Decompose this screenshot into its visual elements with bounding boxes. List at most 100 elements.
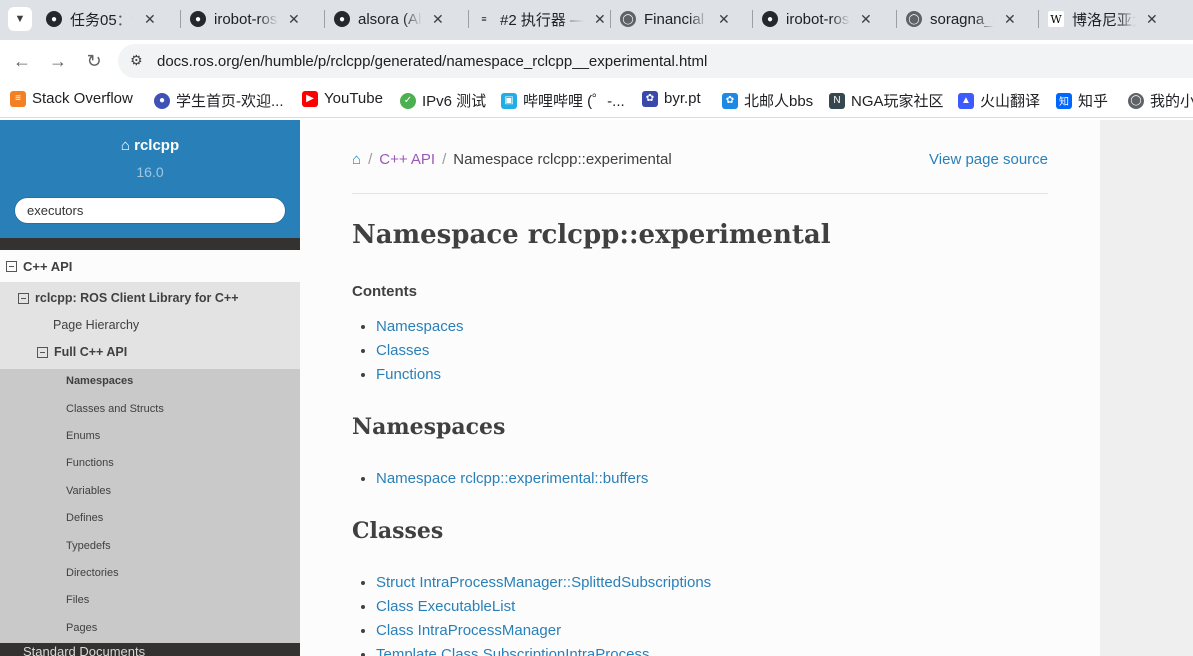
bookmarks-bar: ≡ Stack Overflow ● 学生首页-欢迎... ▶ YouTube …	[0, 82, 1193, 118]
back-arrow-icon[interactable]: ←	[12, 51, 32, 71]
browser-tab[interactable]: ≡ #2 执行器 — R ✕	[476, 6, 606, 32]
view-page-source-link[interactable]: View page source	[929, 151, 1048, 168]
nav-item-defines[interactable]: Defines	[66, 512, 103, 524]
close-icon[interactable]: ✕	[594, 11, 606, 28]
class-link[interactable]: Class IntraProcessManager	[376, 622, 561, 639]
classes-list: Struct IntraProcessManager::SplittedSubs…	[352, 571, 711, 656]
class-link[interactable]: Struct IntraProcessManager::SplittedSubs…	[376, 574, 711, 591]
site-info-icon[interactable]: ⚙	[130, 52, 143, 69]
nav-item-page-hierarchy[interactable]: Page Hierarchy	[0, 314, 300, 336]
browser-tab[interactable]: W 博洛尼亚大 ✕	[1048, 6, 1158, 32]
home-icon[interactable]: ⌂	[352, 151, 361, 168]
bookmark-item[interactable]: ✿ byr.pt	[642, 90, 701, 107]
nav-label: Page Hierarchy	[53, 318, 140, 332]
breadcrumb-link-cpp-api[interactable]: C++ API	[379, 151, 435, 168]
bookmark-item[interactable]: 知 知乎	[1056, 90, 1108, 111]
tab-label: #2 执行器 — R	[500, 11, 584, 29]
nav-item-directories[interactable]: Directories	[66, 567, 119, 579]
bookmark-item[interactable]: ≡ Stack Overflow	[10, 90, 133, 107]
bookmark-label: 知乎	[1078, 93, 1109, 110]
nav-item-variables[interactable]: Variables	[66, 485, 111, 497]
nav-item-enums[interactable]: Enums	[66, 430, 100, 442]
bilibili-icon: ▣	[501, 92, 517, 109]
youtube-icon: ▶	[302, 90, 318, 107]
sidebar-header: ⌂ rclcpp 16.0	[0, 120, 300, 238]
bookmark-item[interactable]: ● 学生首页-欢迎...	[154, 90, 284, 111]
browser-tab[interactable]: ● irobot-ros/ ✕	[190, 6, 300, 32]
section-heading-classes: Classes	[352, 518, 444, 544]
tab-divider	[752, 10, 753, 28]
nav-item-rclcpp-library[interactable]: rclcpp: ROS Client Library for C++	[0, 284, 300, 312]
main-content: ⌂ / C++ API / Namespace rclcpp::experime…	[300, 120, 1100, 656]
nav-item-typedefs[interactable]: Typedefs	[66, 540, 111, 552]
nav-label: C++ API	[23, 258, 73, 274]
tab-search-chevron-icon[interactable]: ▼	[8, 7, 32, 31]
nav-item-full-api[interactable]: Full C++ API	[0, 340, 300, 364]
bookmark-item[interactable]: ▲ 火山翻译	[958, 90, 1040, 111]
nav-item-cpp-api[interactable]: C++ API	[0, 250, 300, 282]
forward-arrow-icon[interactable]: →	[48, 51, 68, 71]
tab-divider	[1038, 10, 1039, 28]
tab-divider	[324, 10, 325, 28]
search-input[interactable]	[14, 197, 286, 224]
bookmark-item[interactable]: ✓ IPv6 测试	[400, 90, 486, 111]
github-icon: ●	[762, 11, 778, 27]
close-icon[interactable]: ✕	[860, 11, 872, 28]
tab-divider	[180, 10, 181, 28]
class-link[interactable]: Template Class SubscriptionIntraProcess	[376, 646, 649, 656]
list-item: Namespace rclcpp::experimental::buffers	[376, 467, 648, 491]
collapse-toggle-icon[interactable]	[6, 260, 17, 272]
browser-tab[interactable]: ● alsora (Alb ✕	[334, 6, 444, 32]
project-home-link[interactable]: ⌂ rclcpp	[0, 137, 300, 154]
close-icon[interactable]: ✕	[1004, 11, 1016, 28]
tab-divider	[610, 10, 611, 28]
bookmark-item[interactable]: ▶ YouTube	[302, 90, 383, 107]
contents-list: Namespaces Classes Functions	[352, 315, 464, 387]
contents-link-functions[interactable]: Functions	[376, 366, 441, 383]
volcano-icon: ▲	[958, 92, 974, 109]
section-heading-namespaces: Namespaces	[352, 414, 506, 440]
zhihu-icon: 知	[1056, 92, 1072, 109]
breadcrumb-separator: /	[368, 151, 373, 168]
browser-tab[interactable]: ◯ soragna_r ✕	[906, 6, 1016, 32]
nav-item-functions[interactable]: Functions	[66, 457, 114, 469]
bookmark-item[interactable]: ▣ 哔哩哔哩 (゜-...	[501, 90, 625, 111]
contents-link-namespaces[interactable]: Namespaces	[376, 318, 464, 335]
close-icon[interactable]: ✕	[1146, 11, 1158, 28]
browser-tab[interactable]: ◯ Financial L ✕	[620, 6, 730, 32]
nav-item-standard-documents[interactable]: Standard Documents	[0, 643, 300, 656]
nav-item-namespaces[interactable]: Namespaces	[66, 375, 133, 387]
header-divider	[352, 193, 1048, 194]
close-icon[interactable]: ✕	[718, 11, 730, 28]
bookmark-item[interactable]: ◯ 我的小	[1128, 90, 1193, 111]
collapse-toggle-icon[interactable]	[18, 292, 29, 304]
tab-divider	[896, 10, 897, 28]
browser-tab[interactable]: ● 任务05：说 ✕	[46, 6, 156, 32]
breadcrumb-current: Namespace rclcpp::experimental	[453, 151, 672, 168]
check-icon: ✓	[400, 92, 416, 109]
url-omnibox[interactable]: ⚙ docs.ros.org/en/humble/p/rclcpp/genera…	[118, 44, 1193, 78]
contents-link-classes[interactable]: Classes	[376, 342, 429, 359]
globe-icon: ◯	[906, 11, 922, 27]
bookmark-item[interactable]: ✿ 北邮人bbs	[722, 90, 813, 111]
collapse-toggle-icon[interactable]	[37, 346, 48, 358]
list-item: Class ExecutableList	[376, 595, 711, 619]
nav-item-files[interactable]: Files	[66, 594, 89, 606]
browser-tab[interactable]: ● irobot-ros/ ✕	[762, 6, 872, 32]
page-right-margin	[1100, 120, 1193, 656]
class-link[interactable]: Class ExecutableList	[376, 598, 515, 615]
tab-label: alsora (Alb	[358, 10, 422, 28]
url-text[interactable]: docs.ros.org/en/humble/p/rclcpp/generate…	[157, 53, 707, 70]
close-icon[interactable]: ✕	[432, 11, 444, 28]
nav-item-classes[interactable]: Classes and Structs	[66, 403, 164, 415]
close-icon[interactable]: ✕	[288, 11, 300, 28]
bookmark-label: IPv6 测试	[422, 93, 487, 110]
nav-item-pages[interactable]: Pages	[66, 622, 97, 634]
bookmark-item[interactable]: N NGA玩家社区	[829, 90, 944, 111]
nav-label: rclcpp: ROS Client Library for C++	[35, 291, 239, 305]
namespace-link[interactable]: Namespace rclcpp::experimental::buffers	[376, 470, 648, 487]
reload-icon[interactable]: ↻	[84, 51, 104, 71]
tab-label: 任务05：说	[70, 11, 134, 29]
sidebar-divider	[0, 238, 300, 250]
close-icon[interactable]: ✕	[144, 11, 156, 28]
